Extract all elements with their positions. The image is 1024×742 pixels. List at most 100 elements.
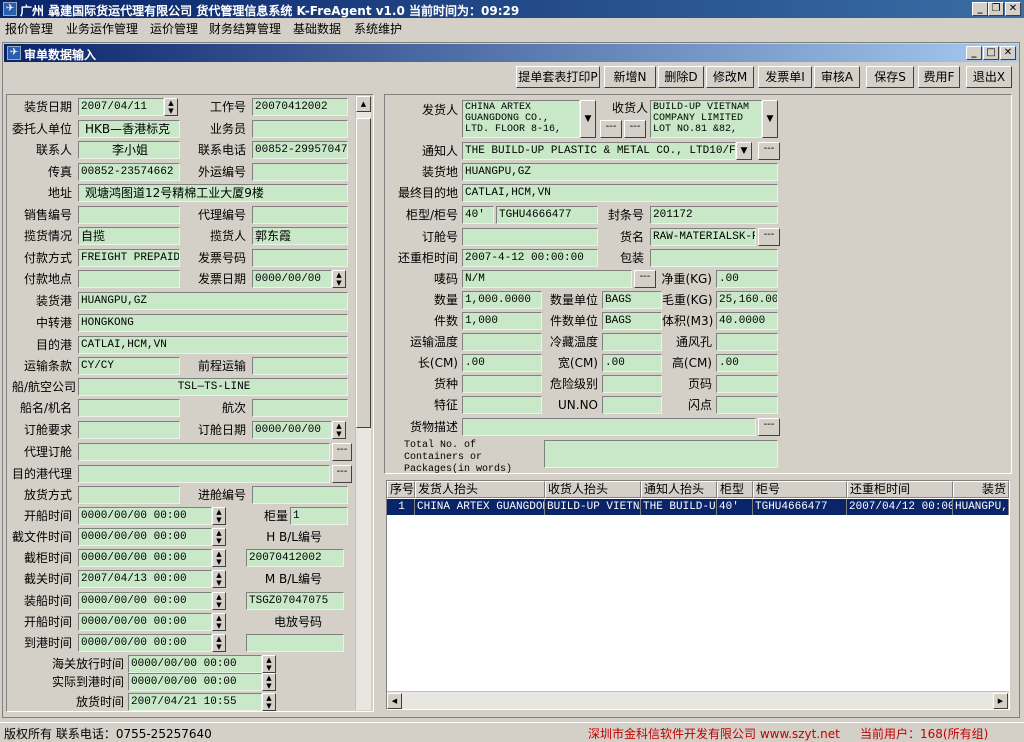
new-button[interactable]: 新增N — [604, 66, 656, 88]
scroll-up-button[interactable]: ▲ — [356, 96, 371, 112]
col-return-header[interactable]: 还重柜时间 — [847, 481, 953, 498]
salesman-field[interactable] — [252, 120, 348, 138]
gross-weight-field[interactable]: 25,160.00 — [716, 291, 778, 309]
dest-agent-field[interactable] — [78, 465, 330, 483]
transit-field[interactable]: HONGKONG — [78, 314, 348, 332]
width-field[interactable]: .00 — [602, 354, 662, 372]
menu-rates[interactable]: 运价管理 — [150, 20, 198, 37]
fax-field[interactable]: 00852-23574662 — [78, 163, 180, 181]
customs-release-field[interactable]: 0000/00/00 00:00 — [128, 655, 262, 673]
container-no-field[interactable]: TGHU4666477 — [496, 206, 598, 224]
grid-hscrollbar[interactable]: ◀ ▶ — [387, 691, 1009, 709]
minimize-button[interactable]: _ — [972, 2, 988, 16]
notify-lookup-button[interactable]: --- — [758, 142, 780, 160]
pod-field[interactable]: CATLAI,HCM,VN — [78, 336, 348, 354]
payment-field[interactable]: FREIGHT PREPAID — [78, 249, 180, 267]
goods-kind-field[interactable] — [462, 375, 542, 393]
exit-button[interactable]: 退出X — [966, 66, 1012, 88]
goods-name-lookup-button[interactable]: --- — [758, 228, 780, 246]
doc-cut-spinner[interactable]: ▲ ▼ — [212, 528, 226, 546]
sales-no-field[interactable] — [78, 206, 180, 224]
sail-time2-field[interactable]: 0000/00/00 00:00 — [78, 613, 212, 631]
pickup-field[interactable]: 自揽 — [78, 227, 180, 245]
flash-point-field[interactable] — [716, 396, 778, 414]
ship-date-field[interactable]: 2007/04/11 — [78, 98, 164, 116]
quantity-unit-field[interactable]: BAGS — [602, 291, 662, 309]
sail-time-spinner[interactable]: ▲ ▼ — [212, 507, 226, 525]
consignee-dropdown-button[interactable]: ▼ — [762, 100, 778, 138]
quantity-field[interactable]: 1,000.0000 — [462, 291, 542, 309]
booking-req-field[interactable] — [78, 421, 180, 439]
save-button[interactable]: 保存S — [866, 66, 914, 88]
grid-scroll-left-button[interactable]: ◀ — [387, 693, 402, 709]
length-field[interactable]: .00 — [462, 354, 542, 372]
notify-dropdown-button[interactable]: ▼ — [736, 142, 752, 160]
customs-release-spinner[interactable]: ▲ ▼ — [262, 655, 276, 673]
dest-agent-lookup-button[interactable]: --- — [332, 465, 352, 483]
load-place-field[interactable]: HUANGPU,GZ — [462, 163, 778, 181]
scroll-thumb[interactable] — [356, 118, 371, 428]
pieces-unit-field[interactable]: BAGS — [602, 312, 662, 330]
table-row-cell[interactable]: 40' — [717, 499, 753, 515]
load-time-field[interactable]: 0000/00/00 00:00 — [78, 592, 212, 610]
invoice-button[interactable]: 发票单I — [758, 66, 812, 88]
return-time-field[interactable]: 2007-4-12 00:00:00 — [462, 249, 598, 267]
net-weight-field[interactable]: .00 — [716, 270, 778, 288]
pay-place-field[interactable] — [78, 270, 180, 288]
actual-arrive-spinner[interactable]: ▲ ▼ — [262, 673, 276, 691]
feature-field[interactable] — [462, 396, 542, 414]
grid-scroll-right-button[interactable]: ▶ — [993, 693, 1008, 709]
un-no-field[interactable] — [602, 396, 662, 414]
arrive-time-spinner[interactable]: ▲ ▼ — [212, 634, 226, 652]
seal-field[interactable]: 201172 — [650, 206, 778, 224]
col-notify-header[interactable]: 通知人抬头 — [641, 481, 717, 498]
table-row-cell[interactable]: 1 — [387, 499, 415, 515]
menu-system[interactable]: 系统维护 — [354, 20, 402, 37]
actual-arrive-field[interactable]: 0000/00/00 00:00 — [128, 673, 262, 691]
sail-time-field[interactable]: 0000/00/00 00:00 — [78, 507, 212, 525]
col-cno-header[interactable]: 柜号 — [753, 481, 847, 498]
container-qty-field[interactable]: 1 — [290, 507, 348, 525]
cy-cut-field[interactable]: 0000/00/00 00:00 — [78, 549, 212, 567]
page-field[interactable] — [716, 375, 778, 393]
pickup-person-field[interactable]: 郭东霞 — [252, 227, 348, 245]
reefer-temp-field[interactable] — [602, 333, 662, 351]
phone-field[interactable]: 00852-29957047 — [252, 141, 348, 159]
invoice-no-field[interactable] — [252, 249, 348, 267]
agent-no-field[interactable] — [252, 206, 348, 224]
table-row-cell[interactable]: THE BUILD-UP — [641, 499, 717, 515]
shipper-field[interactable]: CHINA ARTEX GUANGDONG CO., LTD. FLOOR 8-… — [462, 100, 580, 138]
hbl-field[interactable]: 20070412002 — [246, 549, 344, 567]
ext-no-field[interactable] — [252, 163, 348, 181]
menu-base-data[interactable]: 基础数据 — [293, 20, 341, 37]
table-row-cell[interactable]: HUANGPU,G — [953, 499, 1009, 515]
fee-button[interactable]: 费用F — [918, 66, 960, 88]
container-type-field[interactable]: 40' — [462, 206, 494, 224]
pre-carriage-field[interactable] — [252, 357, 348, 375]
goods-name-field[interactable]: RAW-MATERIALSK-RES — [650, 228, 756, 246]
final-dest-field[interactable]: CATLAI,HCM,VN — [462, 184, 778, 202]
col-shipper-header[interactable]: 发货人抬头 — [415, 481, 545, 498]
ship-date-spinner[interactable]: ▲ ▼ — [164, 98, 178, 116]
shipper-dropdown-button[interactable]: ▼ — [580, 100, 596, 138]
transport-temp-field[interactable] — [462, 333, 542, 351]
close-button[interactable]: ✕ — [1005, 2, 1021, 16]
sub-minimize-button[interactable]: _ — [966, 46, 982, 60]
sub-maximize-button[interactable]: □ — [983, 46, 999, 60]
vessel-field[interactable] — [78, 399, 180, 417]
customs-cut-spinner[interactable]: ▲ ▼ — [212, 570, 226, 588]
sail-time2-spinner[interactable]: ▲ ▼ — [212, 613, 226, 631]
release-time-spinner[interactable]: ▲ ▼ — [262, 693, 276, 711]
total-packages-field[interactable] — [544, 440, 778, 468]
release-method-field[interactable] — [78, 486, 180, 504]
marks-field[interactable]: N/M — [462, 270, 632, 288]
menu-operations[interactable]: 业务运作管理 — [66, 20, 138, 37]
col-ctype-header[interactable]: 柜型 — [717, 481, 753, 498]
pol-field[interactable]: HUANGPU,GZ — [78, 292, 348, 310]
import-no-field[interactable] — [252, 486, 348, 504]
package-field[interactable] — [650, 249, 778, 267]
pieces-field[interactable]: 1,000 — [462, 312, 542, 330]
col-seq-header[interactable]: 序号 — [387, 481, 415, 498]
marks-lookup-button[interactable]: --- — [634, 270, 656, 288]
booking-date-spinner[interactable]: ▲ ▼ — [332, 421, 346, 439]
